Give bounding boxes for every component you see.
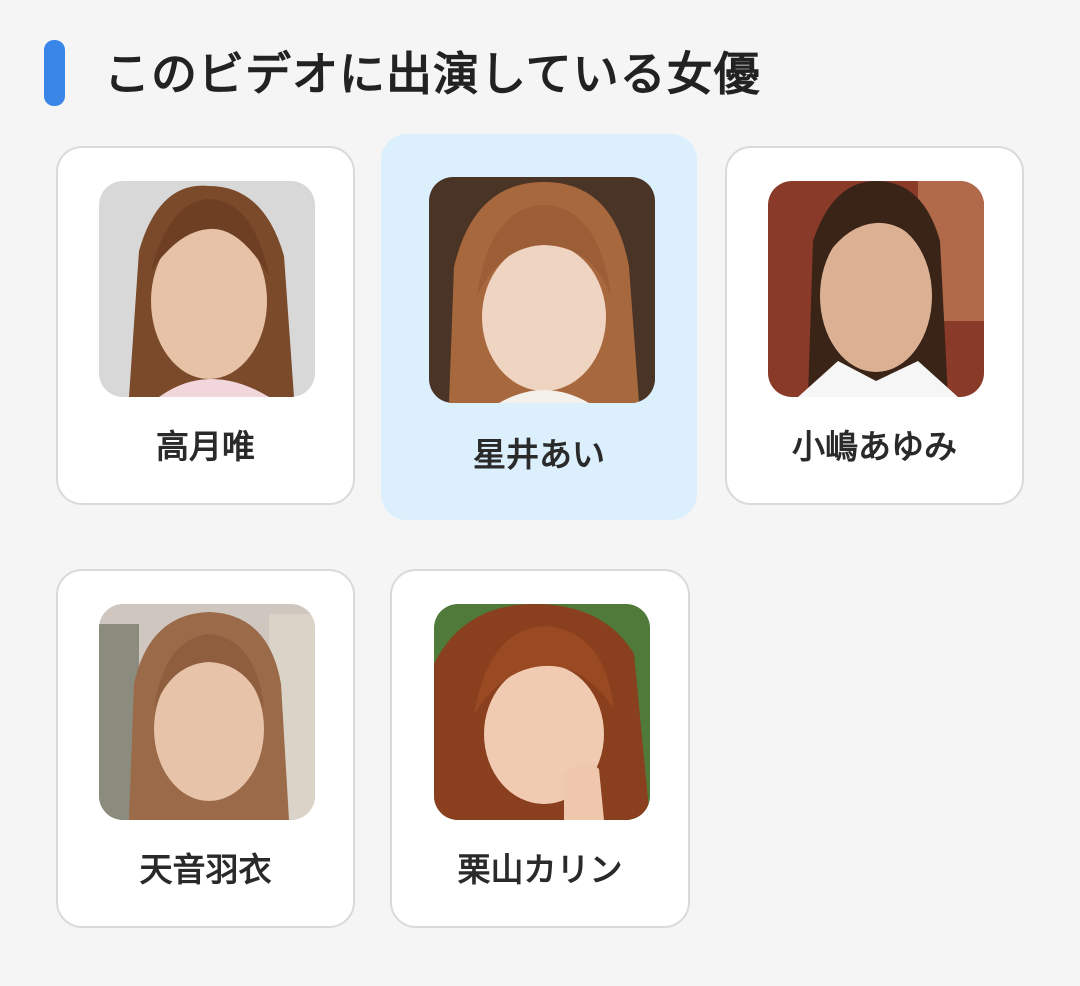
actress-card[interactable]: 栗山カリン <box>390 569 690 928</box>
actress-card[interactable]: 星井あい <box>381 134 697 520</box>
actress-photo <box>99 604 315 820</box>
actress-card[interactable]: 高月唯 <box>56 146 355 505</box>
actress-photo <box>434 604 650 820</box>
actress-name: 栗山カリン <box>457 850 623 889</box>
actress-card[interactable]: 小嶋あゆみ <box>725 146 1024 505</box>
actress-photo <box>99 181 315 397</box>
actress-card[interactable]: 天音羽衣 <box>56 569 355 928</box>
actress-photo <box>768 181 984 397</box>
actress-name: 天音羽衣 <box>139 850 272 889</box>
actress-photo <box>429 177 655 403</box>
actress-name: 星井あい <box>473 435 605 474</box>
actress-name: 小嶋あゆみ <box>792 427 957 466</box>
actress-name: 高月唯 <box>156 427 255 466</box>
section-accent-bar <box>44 40 65 106</box>
section-title: このビデオに出演している女優 <box>104 47 761 101</box>
